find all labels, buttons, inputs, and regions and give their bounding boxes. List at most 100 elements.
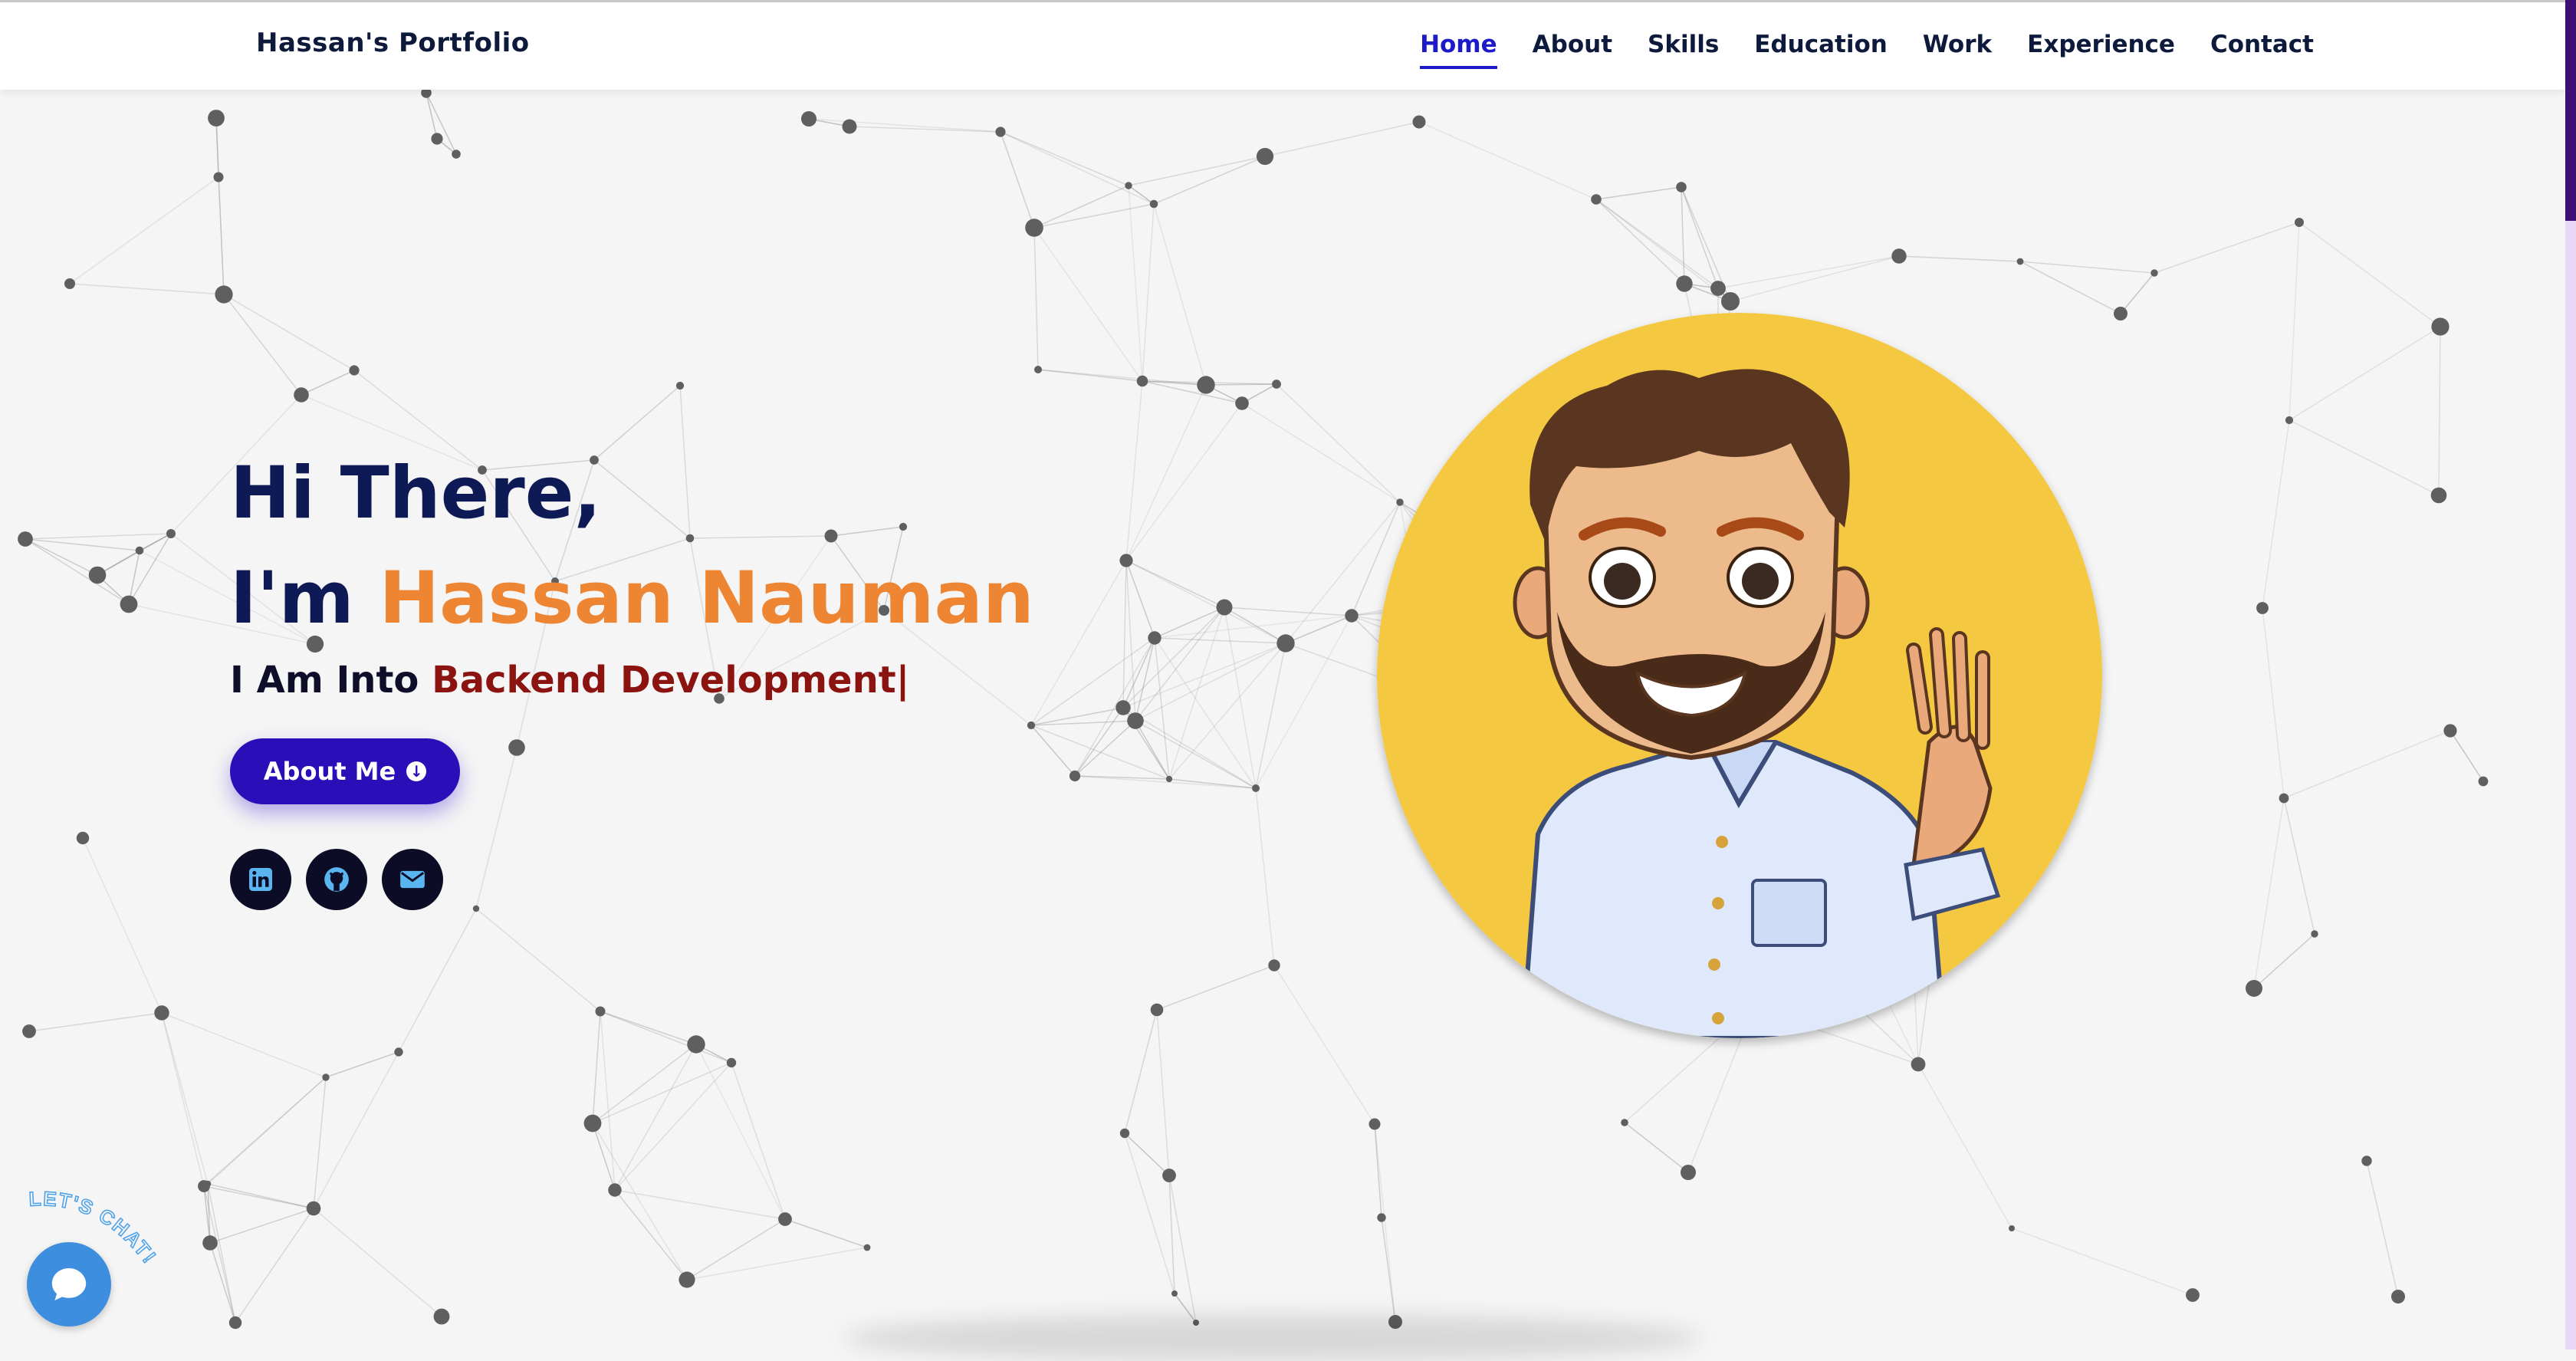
network-node [1891, 248, 1907, 264]
linkedin-button[interactable] [230, 849, 291, 910]
network-node [1149, 199, 1158, 209]
network-node [2186, 1288, 2200, 1302]
github-button[interactable] [306, 849, 367, 910]
network-node [394, 1047, 403, 1057]
nav-link-education[interactable]: Education [1754, 31, 1888, 69]
network-node [88, 566, 107, 584]
network-node [306, 1201, 321, 1216]
network-node [154, 1005, 169, 1021]
network-node [842, 119, 857, 134]
avatar-image [1377, 313, 2102, 1038]
network-node [472, 905, 480, 912]
network-node [1710, 281, 1726, 296]
network-node [120, 595, 138, 613]
network-node [431, 133, 443, 145]
network-node [508, 739, 525, 756]
network-node [1116, 700, 1131, 715]
network-node [1256, 147, 1274, 166]
brand-logo[interactable]: Hassan's Portfolio [256, 28, 530, 58]
network-node [2391, 1290, 2405, 1303]
network-node [2016, 258, 2024, 265]
network-node [995, 127, 1006, 137]
network-node [1911, 1057, 1926, 1072]
network-node [349, 365, 360, 376]
hero-intro: I'm Hassan Nauman [230, 546, 1034, 651]
nav-link-contact[interactable]: Contact [2210, 31, 2314, 69]
envelope-icon [400, 870, 425, 889]
network-node [228, 1316, 242, 1330]
github-icon [324, 867, 349, 892]
network-node [1171, 1290, 1178, 1297]
network-node [1621, 1119, 1628, 1126]
network-node [1025, 219, 1043, 237]
typed-line: I Am Into Backend Development| [230, 659, 1034, 702]
network-node [1276, 634, 1295, 653]
network-node [1591, 194, 1602, 205]
network-node [18, 531, 33, 547]
network-node [675, 381, 685, 390]
network-node [433, 1308, 450, 1325]
network-node [2009, 1225, 2015, 1231]
about-me-button[interactable]: About Me ↓ [230, 738, 460, 804]
network-node [2114, 307, 2128, 321]
network-node [608, 1183, 622, 1197]
network-node [215, 285, 233, 304]
arrow-circle-down-icon: ↓ [406, 761, 427, 781]
network-node [2246, 980, 2262, 997]
network-node [2150, 269, 2158, 277]
network-node [1721, 292, 1740, 311]
network-node [1676, 182, 1687, 192]
network-node [1069, 770, 1081, 782]
navbar: Hassan's Portfolio Home About Skills Edu… [0, 2, 2565, 90]
nav-link-work[interactable]: Work [1923, 31, 1992, 69]
network-node [1216, 599, 1233, 616]
network-node [322, 1073, 330, 1081]
network-node [2279, 793, 2289, 804]
nav-link-skills[interactable]: Skills [1648, 31, 1719, 69]
network-node [1268, 959, 1280, 971]
network-node [2431, 317, 2450, 336]
network-node [1119, 554, 1133, 567]
linkedin-icon [249, 868, 272, 891]
chat-button[interactable] [27, 1242, 111, 1326]
about-me-label: About Me [263, 757, 396, 786]
network-node [1150, 1003, 1164, 1017]
network-node [863, 1244, 871, 1251]
network-node [1127, 712, 1144, 729]
network-node [2478, 776, 2489, 787]
network-node [1235, 396, 1249, 410]
section-shadow [843, 1315, 1702, 1361]
network-node [583, 1114, 602, 1133]
network-node [198, 1180, 210, 1192]
nav-link-experience[interactable]: Experience [2027, 31, 2175, 69]
network-node [2295, 218, 2304, 227]
network-node [2285, 416, 2294, 425]
network-node [1125, 182, 1132, 189]
email-button[interactable] [382, 849, 443, 910]
network-node [135, 546, 144, 555]
network-node [1162, 1169, 1176, 1182]
network-node [1368, 1118, 1381, 1130]
network-node [1676, 275, 1693, 292]
intro-prefix: I'm [230, 557, 380, 640]
hero-name: Hassan Nauman [379, 557, 1034, 640]
network-node [1252, 784, 1260, 792]
nav-link-home[interactable]: Home [1420, 31, 1497, 69]
network-node [687, 1035, 705, 1054]
network-node [22, 1024, 36, 1038]
nav-link-about[interactable]: About [1533, 31, 1612, 69]
network-node [1396, 498, 1404, 506]
network-node [452, 150, 461, 159]
network-node [1412, 115, 1426, 129]
network-node [2311, 930, 2318, 938]
network-node [778, 1212, 792, 1226]
hero-greeting: Hi There, [230, 452, 602, 535]
network-node [208, 110, 225, 127]
scrollbar-thumb[interactable] [2565, 0, 2576, 221]
social-links [230, 849, 443, 910]
network-node [64, 278, 75, 289]
network-node [2361, 1156, 2372, 1166]
network-node [1148, 631, 1162, 645]
chat-bubble-icon [51, 1268, 87, 1300]
network-node [294, 387, 309, 403]
